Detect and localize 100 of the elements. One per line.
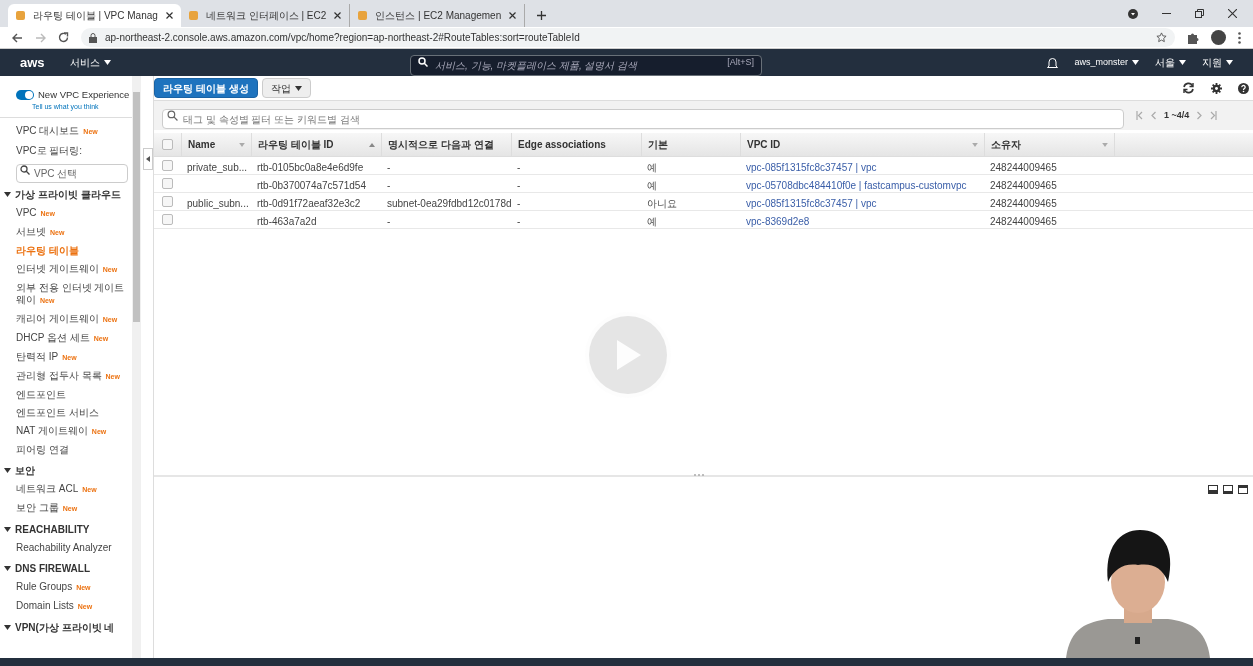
sidebar-item[interactable]: 피어링 연결 — [16, 440, 132, 459]
close-icon[interactable] — [334, 12, 342, 19]
caret-icon[interactable] — [1179, 60, 1186, 65]
table-cell: 248244009465 — [990, 179, 1057, 191]
layout-bottom-icon[interactable] — [1208, 485, 1218, 494]
table-cell: - — [387, 179, 391, 191]
restore-icon[interactable] — [1195, 9, 1204, 18]
row-checkbox[interactable] — [162, 160, 173, 171]
browser-tab[interactable]: 라우팅 테이블 | VPC Manag — [8, 4, 181, 27]
table-cell: 예 — [647, 179, 657, 191]
region-menu[interactable]: 서울 — [1155, 55, 1186, 70]
tab-title: 라우팅 테이블 | VPC Manag — [33, 9, 158, 23]
column-header[interactable]: 명시적으로 다음과 연결 — [388, 137, 494, 152]
tab-search-icon[interactable] — [1128, 8, 1138, 19]
sidebar-item[interactable]: 엔드포인트 서비스 — [16, 403, 132, 422]
table-cell: - — [517, 197, 521, 209]
table-cell: - — [517, 179, 521, 191]
vpc-link[interactable]: vpc-085f1315fc8c37457 | vpc — [746, 197, 877, 209]
filter-label: VPC로 필터링: — [16, 143, 84, 158]
column-header[interactable]: Name — [188, 137, 216, 152]
section-heading[interactable]: 가상 프라이빗 클라우드 — [15, 186, 121, 202]
table-cell: - — [517, 161, 521, 173]
table-cell: rtb-0b370074a7c571d54 — [257, 179, 366, 191]
star-icon[interactable] — [1156, 32, 1167, 43]
collapse-icon[interactable] — [146, 156, 150, 162]
services-menu[interactable]: 서비스 — [70, 55, 111, 70]
row-checkbox[interactable] — [162, 214, 173, 225]
table-cell: rtb-463a7a2d — [257, 215, 317, 227]
cube-icon — [16, 11, 25, 20]
shortcut-hint: [Alt+S] — [727, 56, 754, 69]
table-cell: 예 — [647, 215, 657, 227]
vpc-link[interactable]: vpc-05708dbc484410f0e | fastcampus-customvpc — [746, 179, 967, 191]
section-heading[interactable]: 보안 — [15, 462, 35, 478]
close-icon[interactable] — [509, 12, 517, 19]
table-cell: subnet-0ea29fdbd12c0178d — [387, 197, 512, 209]
column-header[interactable]: Edge associations — [518, 137, 606, 152]
table-cell: 248244009465 — [990, 215, 1057, 227]
table-cell: 248244009465 — [990, 197, 1057, 209]
vpc-link[interactable]: vpc-085f1315fc8c37457 | vpc — [746, 161, 877, 173]
search-icon — [167, 109, 178, 121]
help-icon[interactable] — [1238, 82, 1249, 94]
account-menu[interactable]: aws_monster — [1074, 55, 1139, 70]
vpc-search-field[interactable]: VPC 선택 — [16, 163, 128, 183]
lock-icon — [89, 32, 97, 43]
section-heading[interactable]: REACHABILITY — [15, 521, 90, 537]
scrollbar[interactable] — [132, 76, 141, 658]
vpc-link[interactable]: vpc-8369d2e8 — [746, 215, 810, 227]
cube-icon — [188, 11, 198, 20]
new-tab-icon[interactable] — [537, 11, 547, 20]
toggle-label: New VPC Experience — [38, 88, 130, 102]
actions-menu-button[interactable]: 작업 — [261, 78, 311, 98]
back-icon[interactable] — [12, 32, 23, 43]
aws-logo[interactable]: aws — [20, 56, 70, 69]
expanded-caret-icon[interactable] — [4, 623, 11, 631]
table-cell: rtb-0d91f72aeaf32e3c2 — [257, 197, 361, 209]
caret-icon[interactable] — [104, 60, 111, 65]
column-header[interactable]: VPC ID — [747, 137, 781, 152]
sort-ascending-icon[interactable] — [369, 142, 375, 147]
collapse-sidebar-button[interactable] — [143, 148, 153, 170]
table-cell: public_subn... — [187, 197, 249, 209]
expanded-caret-icon[interactable] — [4, 525, 11, 533]
settings-icon[interactable] — [1211, 82, 1222, 94]
refresh-icon[interactable] — [1182, 82, 1195, 94]
sidebar-item[interactable]: Reachability Analyzer — [16, 538, 132, 557]
expanded-caret-icon[interactable] — [4, 190, 11, 198]
profile-avatar[interactable] — [1211, 30, 1226, 45]
table-cell: private_sub... — [187, 161, 248, 173]
column-header[interactable]: 라우팅 테이블 ID — [258, 137, 334, 152]
table-cell: 248244009465 — [990, 161, 1057, 173]
expanded-caret-icon[interactable] — [4, 466, 11, 474]
section-heading[interactable]: DNS FIREWALL — [15, 560, 90, 576]
reload-icon[interactable] — [58, 32, 69, 43]
caret-icon[interactable] — [294, 85, 302, 91]
row-checkbox[interactable] — [162, 196, 173, 207]
toggle-switch[interactable] — [16, 90, 34, 101]
table-cell: 예 — [647, 161, 657, 173]
bell-icon[interactable] — [1047, 56, 1059, 69]
expanded-caret-icon[interactable] — [4, 564, 11, 572]
row-checkbox[interactable] — [162, 178, 173, 189]
more-icon[interactable] — [1238, 31, 1241, 44]
close-window-icon[interactable] — [1228, 9, 1237, 18]
create-button[interactable]: 라우팅 테이블 생성 — [154, 78, 258, 98]
column-header[interactable]: 기본 — [648, 137, 668, 152]
caret-icon[interactable] — [1226, 60, 1233, 65]
layout-top-icon[interactable] — [1238, 485, 1248, 494]
table-cell: - — [517, 215, 521, 227]
tab-title: 인스턴스 | EC2 Managemen — [375, 9, 502, 23]
row-checkbox[interactable] — [162, 139, 173, 150]
caret-icon[interactable] — [1132, 60, 1139, 65]
sidebar-item[interactable]: 엔드포인트 — [16, 385, 132, 404]
resize-handle[interactable] — [694, 474, 704, 476]
puzzle-icon[interactable] — [1187, 31, 1199, 44]
layout-split-icon[interactable] — [1223, 485, 1233, 494]
support-menu[interactable]: 지원 — [1202, 55, 1233, 70]
column-header[interactable]: 소유자 — [991, 137, 1021, 152]
section-heading[interactable]: VPN(가상 프라이빗 네 — [15, 619, 115, 635]
table-cell: rtb-0105bc0a8e4e6d9fe — [257, 161, 364, 173]
filter-search-field[interactable]: 태그 및 속성별 필터 또는 키워드별 검색 — [162, 109, 1124, 129]
close-icon[interactable] — [165, 12, 173, 19]
search-icon — [418, 57, 428, 67]
